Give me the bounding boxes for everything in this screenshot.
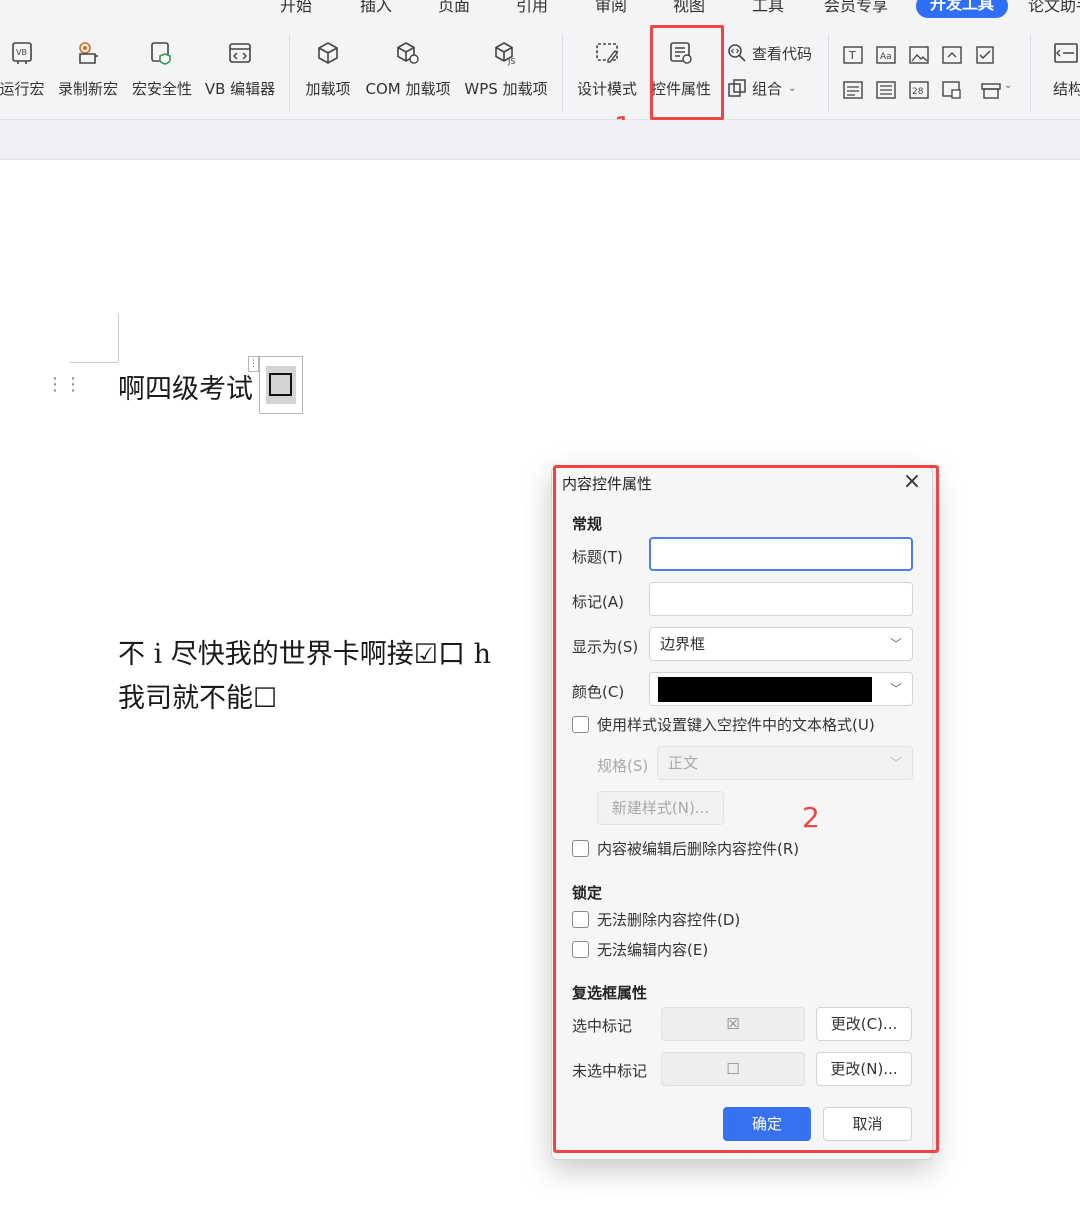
ribbon-separator — [1030, 34, 1031, 112]
highlight-box-dialog — [553, 465, 939, 1153]
highlight-box-control-properties — [650, 25, 724, 120]
macro-security-icon — [147, 38, 177, 68]
ribbon-separator — [828, 34, 829, 112]
xml-structure-button[interactable]: 结构 — [1050, 38, 1080, 99]
legacy-form-control-icon[interactable] — [941, 79, 963, 101]
content-control-handle-icon[interactable]: ⋮ — [248, 356, 259, 372]
design-mode-icon — [592, 38, 622, 68]
tab-paper-assistant[interactable]: 论文助手 — [1028, 0, 1080, 16]
addins-cube-icon — [313, 38, 343, 68]
svg-text:JS: JS — [507, 57, 515, 66]
vb-editor-button[interactable]: VB 编辑器 — [205, 38, 275, 99]
view-code-icon — [726, 42, 748, 64]
text-control-icon[interactable]: T — [842, 44, 864, 66]
ribbon-separator — [289, 34, 290, 112]
tab-page[interactable]: 页面 — [438, 0, 470, 16]
tab-insert[interactable]: 插入 — [360, 0, 392, 16]
combo-box-control-icon[interactable] — [941, 44, 963, 66]
ribbon-separator — [562, 34, 563, 112]
record-macro-label: 录制新宏 — [58, 80, 119, 98]
date-control-icon[interactable]: 28 — [908, 79, 930, 101]
vb-editor-label: VB 编辑器 — [204, 80, 276, 98]
repeating-section-control-icon[interactable] — [980, 79, 1002, 101]
svg-text:T: T — [848, 49, 856, 62]
document-line-3[interactable]: 我司就不能☐ — [118, 676, 277, 715]
svg-text:VB: VB — [16, 48, 27, 57]
design-mode-label: 设计模式 — [577, 80, 638, 98]
wps-addins-icon: JS — [491, 38, 521, 68]
addins-button[interactable]: 加载项 — [304, 38, 352, 99]
xml-structure-label: 结构 — [1053, 80, 1080, 98]
record-macro-button[interactable]: 录制新宏 — [58, 38, 118, 99]
group-icon — [726, 77, 748, 99]
page-margin-mark — [70, 362, 118, 363]
tab-references[interactable]: 引用 — [516, 0, 548, 16]
annotation-step2: 2 — [802, 801, 820, 834]
design-mode-button[interactable]: 设计模式 — [577, 38, 637, 99]
ribbon-tab-bar: 开始 插入 页面 引用 审阅 视图 工具 会员专享 开发工具 论文助手 — [0, 0, 1080, 26]
com-addins-label: COM 加载项 — [365, 80, 451, 98]
chevron-down-icon: ⌄ — [1004, 80, 1013, 91]
wps-addins-label: WPS 加载项 — [464, 80, 548, 98]
picture-control-icon[interactable] — [908, 44, 930, 66]
group-button[interactable]: 组合 ⌄ — [726, 77, 796, 99]
view-code-button[interactable]: 查看代码 — [726, 42, 812, 64]
record-macro-icon — [73, 38, 103, 68]
com-addins-button[interactable]: COM 加载项 — [364, 38, 452, 99]
xml-structure-icon — [1050, 38, 1080, 68]
ribbon-toolbar: VB 运行宏 录制新宏 宏安全性 VB 编辑器 加载项 COM 加载项 JS W… — [0, 26, 1080, 120]
tab-tools[interactable]: 工具 — [752, 0, 784, 16]
run-macro-label: 运行宏 — [0, 80, 45, 98]
group-label: 组合 — [752, 79, 783, 98]
rich-text-control-icon[interactable]: Aa — [875, 44, 897, 66]
tab-member[interactable]: 会员专享 — [824, 0, 888, 16]
document-line-1[interactable]: 啊四级考试 — [118, 367, 253, 406]
checkbox-control-icon[interactable] — [974, 44, 996, 66]
page-margin-mark — [118, 314, 119, 362]
chevron-down-icon: ⌄ — [788, 82, 797, 94]
macro-security-button[interactable]: 宏安全性 — [132, 38, 192, 99]
tab-home[interactable]: 开始 — [280, 0, 312, 16]
run-macro-button[interactable]: VB 运行宏 — [0, 38, 46, 99]
addins-label: 加载项 — [305, 80, 351, 98]
drag-handle-icon[interactable]: ⋮⋮ — [46, 376, 82, 394]
checkbox-content-control[interactable] — [269, 373, 292, 396]
view-code-label: 查看代码 — [752, 44, 813, 63]
macro-security-label: 宏安全性 — [132, 80, 193, 98]
building-block-control-icon[interactable] — [875, 79, 897, 101]
vb-editor-icon — [225, 38, 255, 68]
tab-view[interactable]: 视图 — [673, 0, 705, 16]
tab-developer[interactable]: 开发工具 — [916, 0, 1009, 18]
svg-text:28: 28 — [912, 87, 924, 97]
svg-text:Aa: Aa — [880, 52, 892, 62]
document-line-2[interactable]: 不 i 尽快我的世界卡啊接☑口 h — [118, 632, 491, 671]
dropdown-list-control-icon[interactable] — [842, 79, 864, 101]
run-macro-icon: VB — [8, 38, 38, 68]
com-addins-icon — [393, 38, 423, 68]
tab-review[interactable]: 审阅 — [595, 0, 627, 16]
ruler-bar — [0, 120, 1080, 160]
wps-addins-button[interactable]: JS WPS 加载项 — [464, 38, 548, 99]
